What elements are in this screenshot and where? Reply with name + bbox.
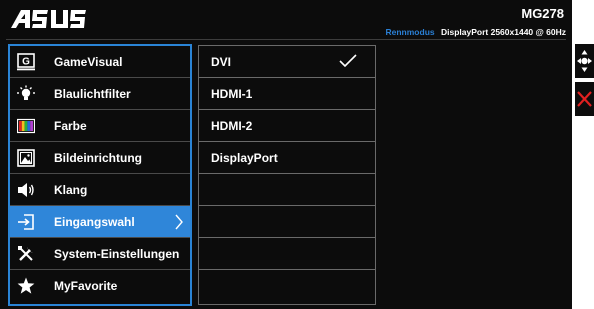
gamevisual-icon: G bbox=[17, 53, 35, 71]
menu-item-eingangswahl[interactable]: Eingangswahl bbox=[10, 206, 190, 238]
option-label: HDMI-1 bbox=[211, 87, 253, 101]
menu-item-myfavorite[interactable]: MyFavorite bbox=[10, 270, 190, 302]
input-info: DisplayPort 2560x1440 @ 60Hz bbox=[441, 27, 566, 37]
menu-item-bildeinrichtung[interactable]: Bildeinrichtung bbox=[10, 142, 190, 174]
menu-label: Farbe bbox=[54, 119, 87, 133]
menu-label: Klang bbox=[54, 183, 88, 197]
menu-label: Bildeinrichtung bbox=[54, 151, 142, 165]
option-dvi[interactable]: DVI bbox=[199, 46, 375, 78]
option-displayport[interactable]: DisplayPort bbox=[199, 142, 375, 174]
osd-menu: MG278 Rennmodus DisplayPort 2560x1440 @ … bbox=[0, 0, 572, 309]
option-hdmi-1[interactable]: HDMI-1 bbox=[199, 78, 375, 110]
asus-logo bbox=[11, 10, 86, 28]
option-empty bbox=[199, 174, 375, 206]
menu-label: Eingangswahl bbox=[54, 215, 135, 229]
tools-icon bbox=[18, 246, 33, 261]
header-divider bbox=[6, 39, 566, 40]
model-name: MG278 bbox=[521, 6, 564, 21]
close-button[interactable] bbox=[575, 82, 594, 116]
option-hdmi-2[interactable]: HDMI-2 bbox=[199, 110, 375, 142]
bulb-icon bbox=[17, 85, 35, 100]
svg-text:G: G bbox=[22, 57, 30, 68]
status-line: Rennmodus DisplayPort 2560x1440 @ 60Hz bbox=[386, 27, 567, 37]
image-icon bbox=[17, 149, 35, 167]
option-empty bbox=[199, 238, 375, 270]
option-empty bbox=[199, 206, 375, 238]
menu-item-gamevisual[interactable]: G GameVisual bbox=[10, 46, 190, 78]
star-icon bbox=[17, 277, 35, 294]
menu-item-klang[interactable]: Klang bbox=[10, 174, 190, 206]
option-label: HDMI-2 bbox=[211, 119, 253, 133]
input-select-icon bbox=[18, 214, 34, 230]
sub-menu: DVI HDMI-1 HDMI-2 DisplayPort bbox=[198, 45, 376, 305]
menu-item-farbe[interactable]: Farbe bbox=[10, 110, 190, 142]
option-label: DisplayPort bbox=[211, 151, 278, 165]
menu-label: GameVisual bbox=[54, 55, 123, 69]
menu-label: Blaulichtfilter bbox=[54, 87, 131, 101]
close-icon bbox=[575, 82, 594, 116]
chevron-right-icon bbox=[175, 214, 183, 230]
option-label: DVI bbox=[211, 55, 232, 69]
checkmark-icon bbox=[339, 54, 357, 68]
main-menu: G GameVisual Blaulichtfilter Farbe Bilde… bbox=[8, 44, 192, 306]
navigation-joystick-button[interactable] bbox=[575, 44, 594, 78]
option-empty bbox=[199, 270, 375, 302]
game-mode-label: Rennmodus bbox=[385, 27, 435, 37]
menu-item-system-einstellungen[interactable]: System-Einstellungen bbox=[10, 238, 190, 270]
speaker-icon bbox=[18, 183, 34, 197]
menu-label: MyFavorite bbox=[54, 279, 118, 293]
color-bars-icon bbox=[17, 118, 35, 134]
menu-label: System-Einstellungen bbox=[54, 247, 180, 261]
navigation-joystick-icon bbox=[575, 44, 594, 78]
menu-item-blaulichtfilter[interactable]: Blaulichtfilter bbox=[10, 78, 190, 110]
